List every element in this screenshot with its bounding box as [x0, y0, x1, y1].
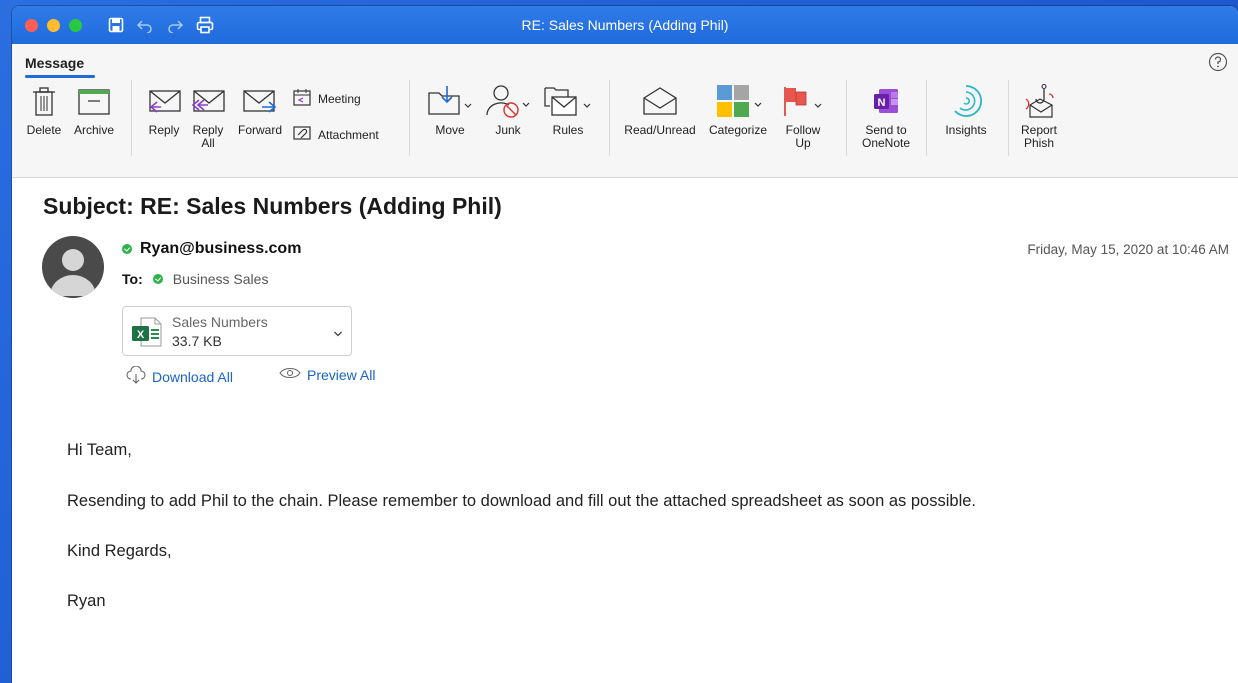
reply-icon	[147, 86, 181, 119]
recipient-name[interactable]: Business Sales	[173, 271, 269, 287]
download-all-link[interactable]: Download All	[126, 365, 233, 387]
archive-button[interactable]: Archive	[68, 80, 120, 137]
onenote-icon: N	[871, 86, 901, 119]
ribbon-separator	[609, 80, 610, 156]
title-bar: RE: Sales Numbers (Adding Phil)	[12, 6, 1238, 44]
delete-label: Delete	[26, 123, 62, 137]
preview-all-label: Preview All	[307, 366, 376, 383]
reply-all-icon	[190, 86, 226, 119]
undo-icon[interactable]	[136, 17, 154, 33]
sender-row: Ryan@business.com	[122, 240, 301, 258]
redo-icon[interactable]	[166, 17, 184, 33]
ribbon-separator	[409, 80, 410, 156]
meeting-button[interactable]: Meeting	[292, 88, 361, 109]
message-date: Friday, May 15, 2020 at 10:46 AM	[1027, 242, 1229, 257]
forward-icon	[242, 86, 278, 119]
calendar-icon	[292, 88, 312, 109]
meeting-label: Meeting	[318, 91, 361, 106]
eye-icon	[279, 366, 301, 383]
junk-label: Junk	[495, 123, 521, 137]
save-icon[interactable]	[108, 17, 124, 33]
sender-address[interactable]: Ryan@business.com	[140, 240, 301, 258]
ribbon: Delete Archive Reply Reply All Forward M…	[12, 80, 1238, 178]
attachment-label: Attachment	[318, 127, 379, 142]
recipient-row: To: Business Sales	[122, 271, 268, 287]
close-window-button[interactable]	[25, 18, 38, 32]
ribbon-tab-row: Message	[12, 44, 1238, 80]
attachment-size: 33.7 KB	[172, 333, 222, 349]
ribbon-separator	[1008, 80, 1009, 156]
to-label: To:	[122, 271, 143, 287]
attachment-card[interactable]: X Sales Numbers 33.7 KB	[122, 306, 352, 356]
send-to-onenote-label-2: OneNote	[861, 136, 911, 150]
ribbon-separator	[926, 80, 927, 156]
insights-button[interactable]: Insights	[936, 80, 996, 137]
presence-available-icon	[122, 244, 132, 254]
delete-button[interactable]: Delete	[24, 80, 64, 137]
insights-icon	[947, 82, 985, 123]
categorize-button[interactable]: Categorize	[704, 80, 772, 137]
svg-text:X: X	[137, 329, 145, 341]
forward-button[interactable]: Forward	[234, 80, 286, 137]
excel-file-icon: X	[131, 317, 163, 352]
report-phish-button[interactable]: Report Phish	[1014, 80, 1064, 150]
categorize-icon	[709, 83, 767, 122]
attachment-name: Sales Numbers	[172, 314, 268, 330]
avatar	[42, 236, 104, 298]
junk-icon	[483, 83, 533, 122]
phishing-hook-icon	[1022, 83, 1056, 122]
message-pane: Subject: RE: Sales Numbers (Adding Phil)…	[12, 178, 1238, 683]
preview-all-link[interactable]: Preview All	[279, 366, 375, 383]
read-unread-button[interactable]: Read/Unread	[620, 80, 700, 137]
zoom-window-button[interactable]	[69, 18, 82, 32]
junk-button[interactable]: Junk	[482, 80, 534, 137]
mail-window: RE: Sales Numbers (Adding Phil) Message …	[12, 6, 1238, 683]
ribbon-separator	[846, 80, 847, 156]
presence-available-icon	[152, 274, 163, 284]
download-all-label: Download All	[152, 368, 233, 385]
send-to-onenote-button[interactable]: N Send to OneNote	[856, 80, 916, 150]
trash-icon	[32, 85, 56, 120]
chevron-down-icon[interactable]	[333, 325, 343, 343]
move-button[interactable]: Move	[422, 80, 478, 137]
body-greeting: Hi Team,	[67, 441, 132, 459]
flag-icon	[777, 84, 829, 121]
open-envelope-icon	[640, 86, 680, 119]
rules-label: Rules	[552, 123, 584, 137]
body-signature: Ryan	[67, 592, 106, 610]
body-paragraph: Resending to add Phil to the chain. Plea…	[67, 492, 976, 510]
follow-up-button[interactable]: Follow Up	[776, 80, 830, 150]
svg-text:N: N	[878, 97, 886, 109]
quick-access-toolbar	[108, 16, 214, 34]
reply-all-label-2: All	[201, 136, 215, 150]
paperclip-icon	[292, 124, 312, 145]
ribbon-separator	[131, 80, 132, 156]
message-subject: Subject: RE: Sales Numbers (Adding Phil)	[43, 193, 502, 219]
print-icon[interactable]	[196, 16, 214, 34]
archive-label: Archive	[73, 123, 114, 137]
reply-button[interactable]: Reply	[144, 80, 184, 137]
tab-message[interactable]: Message	[25, 55, 84, 71]
window-controls	[25, 18, 82, 32]
body-closing: Kind Regards,	[67, 542, 172, 560]
minimize-window-button[interactable]	[47, 18, 60, 32]
move-label: Move	[435, 123, 465, 137]
rules-icon	[542, 84, 594, 121]
categorize-label: Categorize	[708, 123, 768, 137]
follow-up-label-2: Up	[795, 136, 811, 150]
rules-button[interactable]: Rules	[540, 80, 596, 137]
report-phish-label-2: Phish	[1023, 136, 1055, 150]
attachment-button[interactable]: Attachment	[292, 124, 379, 145]
reply-label: Reply	[148, 123, 180, 137]
archive-icon	[77, 86, 111, 119]
help-icon[interactable]	[1208, 52, 1228, 77]
read-unread-label: Read/Unread	[624, 123, 696, 137]
cloud-download-icon	[126, 365, 146, 387]
insights-label: Insights	[945, 123, 987, 137]
reply-all-button[interactable]: Reply All	[188, 80, 228, 150]
move-folder-icon	[425, 84, 475, 121]
tab-selected-indicator	[25, 75, 95, 78]
forward-label: Forward	[237, 123, 282, 137]
